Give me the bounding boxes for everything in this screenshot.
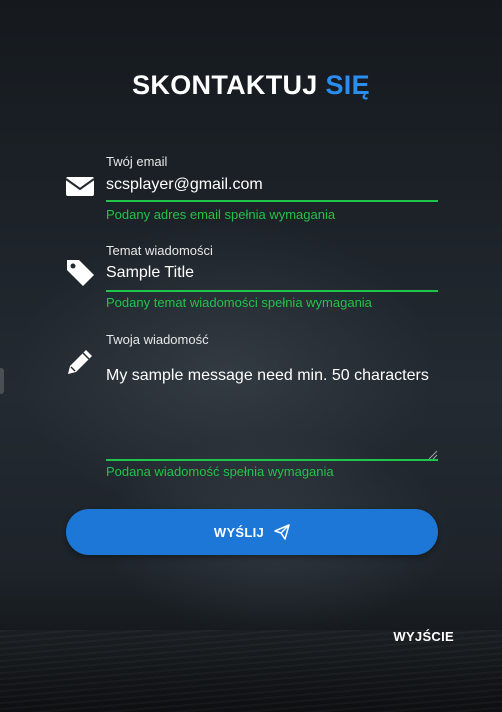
message-validation-hint: Podana wiadomość spełnia wymagania	[106, 464, 334, 479]
subject-validation-hint: Podany temat wiadomości spełnia wymagani…	[106, 295, 372, 310]
email-validation-hint: Podany adres email spełnia wymagania	[106, 207, 336, 222]
message-textarea[interactable]: My sample message need min. 50 character…	[106, 367, 429, 385]
email-underline	[106, 200, 438, 202]
pencil-icon	[68, 350, 92, 374]
title-main: SKONTAKTUJ	[132, 70, 318, 100]
email-field-group: Twój email scsplayer@gmail.com Podany ad…	[64, 150, 438, 225]
message-underline	[106, 459, 438, 461]
message-field-group: Twoja wiadomość My sample message need m…	[64, 330, 438, 480]
envelope-icon	[65, 177, 95, 196]
side-handle	[0, 368, 4, 394]
title-accent: SIĘ	[325, 70, 370, 100]
subject-input[interactable]: Sample Title	[106, 264, 194, 282]
email-input[interactable]: scsplayer@gmail.com	[106, 176, 263, 194]
page-title: SKONTAKTUJ SIĘ	[0, 70, 502, 101]
email-label: Twój email	[106, 154, 168, 169]
exit-button[interactable]: WYJŚCIE	[393, 629, 454, 644]
message-label: Twoja wiadomość	[106, 332, 209, 347]
tag-icon	[67, 260, 94, 286]
subject-field-group: Temat wiadomości Sample Title Podany tem…	[64, 240, 438, 315]
subject-label: Temat wiadomości	[106, 243, 213, 258]
send-button-label: WYŚLIJ	[213, 524, 265, 540]
paper-plane-icon	[274, 524, 290, 540]
send-button[interactable]: WYŚLIJ	[66, 509, 438, 555]
subject-underline	[106, 290, 438, 292]
